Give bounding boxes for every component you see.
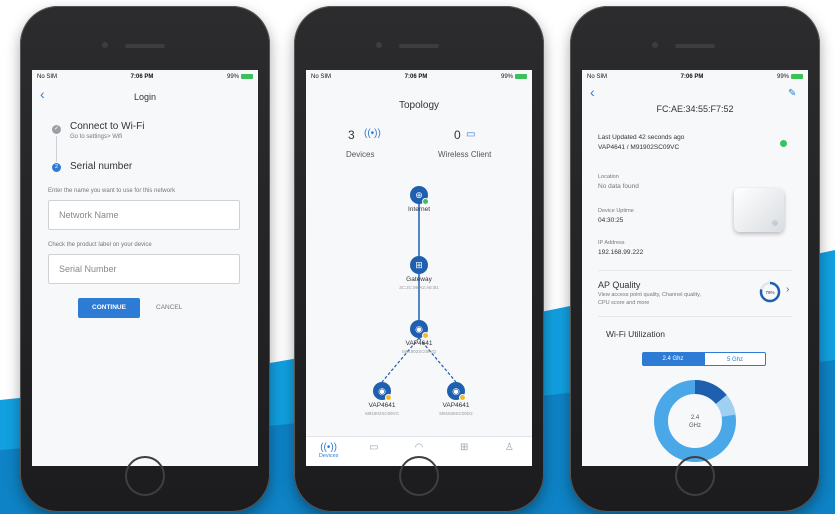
phone-device-details: No SIM 7:06 PM 99% ‹ ✎ FC:AE:34:55:F7:52… bbox=[570, 6, 820, 512]
cancel-button[interactable]: CANCEL bbox=[156, 304, 182, 311]
home-button[interactable] bbox=[399, 456, 439, 496]
status-bar: No SIM 7:06 PM 99% bbox=[32, 70, 258, 84]
ap-quality-desc2: CPU score and more bbox=[598, 300, 650, 306]
status-dot bbox=[780, 140, 787, 147]
location-label: Location bbox=[598, 174, 619, 180]
node-vap-right-sub: M91839SC00D2 bbox=[439, 411, 473, 416]
home-button[interactable] bbox=[125, 456, 165, 496]
battery-icon bbox=[791, 73, 803, 79]
network-prompt: Enter the name you want to use for this … bbox=[48, 188, 176, 194]
tab-profile[interactable]: ♙ bbox=[487, 437, 532, 466]
node-vap-right-label: VAP4641 bbox=[442, 402, 470, 409]
login-screen: No SIM 7:06 PM 99% ‹ Login ✓ Connect to … bbox=[32, 70, 258, 466]
step1-subtitle: Go to settings> Wifi bbox=[70, 134, 123, 140]
utilization-donut: 2.4 GHz bbox=[654, 380, 736, 462]
tab-devices[interactable]: ((•)) Devices bbox=[306, 437, 351, 466]
node-gateway-label: Gateway bbox=[406, 276, 432, 283]
online-badge bbox=[422, 198, 429, 205]
wifi-utilization-title: Wi-Fi Utilization bbox=[606, 329, 666, 339]
home-button[interactable] bbox=[675, 456, 715, 496]
uptime-value: 04:30:25 bbox=[598, 217, 624, 224]
svg-text:GHz: GHz bbox=[689, 423, 701, 429]
svg-text:79%: 79% bbox=[765, 290, 774, 295]
continue-button[interactable]: CONTINUE bbox=[78, 298, 140, 318]
details-screen: No SIM 7:06 PM 99% ‹ ✎ FC:AE:34:55:F7:52… bbox=[582, 70, 808, 466]
ap-quality-desc1: View access point quality, Channel quali… bbox=[598, 292, 702, 298]
check-icon: ✓ bbox=[52, 125, 61, 134]
tab-2-4ghz[interactable]: 2.4 Ghz bbox=[642, 352, 704, 366]
model-serial: VAP4641 / M91902SC09VC bbox=[598, 144, 680, 151]
last-updated: Last Updated 42 seconds ago bbox=[598, 134, 685, 141]
user-icon: ♙ bbox=[504, 442, 514, 453]
wireless-icon: ((•)) bbox=[320, 442, 338, 453]
node-vap-left-sub: M91902SC09VC bbox=[365, 411, 399, 416]
device-mac: FC:AE:34:55:F7:52 bbox=[656, 104, 734, 114]
ap-quality-title: AP Quality bbox=[598, 280, 641, 290]
device-image bbox=[734, 188, 784, 232]
tab-clients[interactable]: ▭ bbox=[351, 437, 396, 466]
step2-title: Serial number bbox=[70, 161, 133, 172]
warning-badge bbox=[385, 394, 392, 401]
step2-number: 2 bbox=[52, 163, 61, 172]
network-name-input[interactable]: Network Name bbox=[48, 200, 240, 230]
laptop-icon: ▭ bbox=[369, 442, 379, 453]
edit-icon[interactable]: ✎ bbox=[788, 88, 796, 99]
phone-topology: No SIM 7:06 PM 99% Topology 3 ((•)) Devi… bbox=[294, 6, 544, 512]
node-internet-label: Internet bbox=[407, 206, 431, 213]
chevron-right-icon[interactable]: › bbox=[786, 284, 789, 295]
grid-icon: ⊞ bbox=[460, 442, 469, 453]
node-vap-main-label: VAP4641 bbox=[405, 340, 433, 347]
serial-number-input[interactable]: Serial Number bbox=[48, 254, 240, 284]
phone-login: No SIM 7:06 PM 99% ‹ Login ✓ Connect to … bbox=[20, 6, 270, 512]
ap-quality-gauge[interactable]: 79% bbox=[758, 280, 782, 304]
chevron-left-icon[interactable]: ‹ bbox=[590, 84, 595, 100]
node-gateway-sub: 3C:2C:99:A2:AE:B1 bbox=[399, 285, 439, 290]
node-vap-main-sub: M91902SC09VQ bbox=[401, 349, 437, 354]
warning-badge bbox=[459, 394, 466, 401]
tab-5ghz[interactable]: 5 Ghz bbox=[704, 352, 766, 366]
gateway-icon[interactable]: ⊞ bbox=[410, 256, 428, 274]
battery-icon bbox=[241, 73, 253, 79]
warning-badge bbox=[422, 332, 429, 339]
topology-screen: No SIM 7:06 PM 99% Topology 3 ((•)) Devi… bbox=[306, 70, 532, 466]
svg-text:2.4: 2.4 bbox=[691, 415, 700, 421]
step1-title: Connect to Wi-Fi bbox=[70, 121, 145, 132]
uptime-label: Device Uptime bbox=[598, 208, 634, 214]
status-bar: No SIM 7:06 PM 99% bbox=[582, 70, 808, 84]
tab-grid[interactable]: ⊞ bbox=[442, 437, 487, 466]
page-title: Login bbox=[133, 92, 157, 102]
location-value: No data found bbox=[598, 183, 639, 190]
ip-value: 192.168.99.222 bbox=[598, 249, 644, 256]
wifi-icon: ◠ bbox=[414, 442, 424, 453]
ip-label: IP Address bbox=[598, 240, 625, 246]
node-vap-left-label: VAP4641 bbox=[368, 402, 396, 409]
serial-prompt: Check the product label on your device bbox=[48, 242, 152, 248]
